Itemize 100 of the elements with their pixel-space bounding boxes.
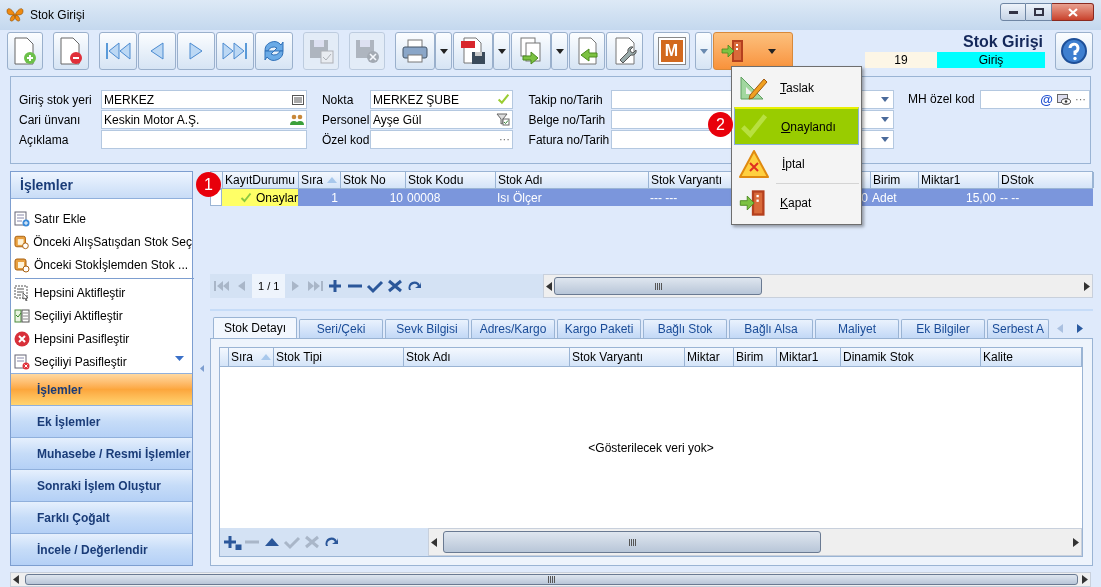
last-button[interactable] (216, 32, 254, 70)
column-header[interactable]: Birim (871, 172, 919, 188)
ellipsis-button[interactable]: ··· (1075, 91, 1086, 108)
print-button[interactable] (395, 32, 435, 70)
action-item[interactable]: Hepsini Pasifleştir (14, 327, 192, 350)
tab[interactable]: Serbest A (987, 319, 1049, 338)
help-button[interactable] (1055, 32, 1093, 70)
ellipsis-button[interactable]: ··· (498, 131, 510, 148)
column-header[interactable]: Stok Tipi (274, 348, 404, 366)
field-label: Giriş stok yeri (19, 91, 93, 109)
scroll-right-icon (1082, 575, 1088, 584)
tab[interactable]: Ek Bilgiler (901, 319, 985, 338)
action-item[interactable]: Seçiliyi Aktifleştir (14, 304, 192, 327)
save-cancel-icon (353, 37, 381, 65)
column-header[interactable]: Stok Varyantı (570, 348, 685, 366)
box-icon (14, 256, 30, 273)
column-header[interactable]: Dinamik Stok (841, 348, 981, 366)
dropdown-button[interactable] (435, 32, 452, 70)
action-item[interactable]: Satır Ekle (14, 207, 192, 230)
tools-button[interactable] (606, 32, 643, 70)
tab-scroll-right-icon[interactable] (1077, 324, 1083, 333)
column-header[interactable]: DStok (999, 172, 1094, 188)
tab[interactable]: Bağlı Alsa (729, 319, 813, 338)
table-cell: 15,00 (965, 189, 996, 206)
dropdown-button[interactable] (551, 32, 568, 70)
next-button[interactable] (177, 32, 215, 70)
tab[interactable]: Bağlı Stok (643, 319, 727, 338)
people-icon (290, 113, 304, 126)
column-header[interactable]: Miktar1 (919, 172, 999, 188)
table-cell: 1 (331, 189, 338, 206)
m-button[interactable]: M (653, 32, 690, 70)
text-field[interactable]: MERKEZ (101, 90, 307, 109)
confirm-icon[interactable] (365, 278, 386, 294)
action-item[interactable]: Önceki Stokİşlemden Stok ... (14, 253, 192, 276)
close-button[interactable] (1052, 3, 1094, 21)
refresh-button[interactable] (255, 32, 293, 70)
minimize-button[interactable] (1000, 3, 1026, 21)
text-field[interactable] (101, 130, 307, 149)
horizontal-scrollbar[interactable] (428, 528, 1082, 556)
horizontal-scrollbar[interactable] (543, 274, 1093, 298)
section-tab[interactable]: İşlemler (11, 373, 192, 405)
new-button[interactable] (7, 32, 43, 70)
column-header[interactable]: Kalite (981, 348, 1082, 366)
action-item[interactable]: Hepsini Aktifleştir (14, 281, 192, 304)
column-header[interactable]: Sıra (299, 172, 341, 188)
column-header[interactable]: Stok Adı (404, 348, 570, 366)
action-item[interactable]: Önceki AlışSatışdan Stok Seç (14, 230, 192, 253)
section-tab[interactable]: Ek İşlemler (11, 405, 192, 437)
text-field[interactable]: Keskin Motor A.Ş. (101, 110, 307, 129)
tab[interactable]: Adres/Kargo (471, 319, 555, 338)
column-header[interactable]: Stok Adı (496, 172, 649, 188)
column-header[interactable]: Miktar1 (777, 348, 841, 366)
column-header[interactable]: Birim (734, 348, 777, 366)
tab[interactable]: Kargo Paketi (557, 319, 641, 338)
caret-icon (555, 48, 564, 54)
delete-button[interactable] (53, 32, 89, 70)
section-tab[interactable]: Farklı Çoğalt (11, 501, 192, 533)
first-button[interactable] (99, 32, 137, 70)
horizontal-scrollbar[interactable] (10, 572, 1091, 587)
collapse-icon[interactable] (199, 365, 204, 372)
field-label: Fatura no/Tarih (528, 131, 611, 149)
prev-button[interactable] (138, 32, 176, 70)
box-icon (14, 233, 30, 250)
column-header[interactable]: KayıtDurumu (223, 172, 299, 188)
column-header[interactable]: Stok Kodu (406, 172, 496, 188)
select-icon (14, 307, 30, 324)
text-field[interactable]: ··· (369, 130, 513, 149)
select-all-icon (14, 284, 30, 301)
column-header[interactable]: Stok No (341, 172, 406, 188)
tab[interactable]: Seri/Çeki (299, 319, 383, 338)
text-field[interactable]: @ ··· (980, 90, 1090, 109)
maximize-button[interactable] (1026, 3, 1052, 21)
column-header[interactable]: Miktar (685, 348, 734, 366)
exit-door-icon (738, 188, 768, 218)
sort-ascending-icon (327, 177, 337, 183)
status-button[interactable] (713, 32, 793, 70)
help-icon (1060, 37, 1088, 65)
dropdown-button[interactable] (493, 32, 510, 70)
new-document-icon (11, 36, 39, 66)
section-tab[interactable]: Sonraki İşlem Oluştur (11, 469, 192, 501)
add-icon[interactable] (222, 534, 242, 550)
table-cell: 10 (389, 189, 403, 206)
tab[interactable]: Stok Detayı (213, 317, 297, 338)
caret-icon (880, 137, 889, 142)
action-item[interactable]: Seçiliyi Pasifleştir (14, 350, 192, 373)
text-field[interactable]: Ayşe Gül (369, 110, 513, 129)
email-button[interactable]: @ (1040, 89, 1053, 110)
sort-ascending-icon (261, 354, 271, 360)
scroll-grip-icon (628, 538, 636, 546)
pdf-button[interactable] (453, 32, 493, 70)
column-header[interactable]: Sıra (229, 348, 274, 366)
tab[interactable]: Sevk Bilgisi (385, 319, 469, 338)
tab[interactable]: Maliyet (815, 319, 899, 338)
scroll-left-icon (13, 575, 19, 584)
menu-item[interactable]: Onaylandı (734, 107, 859, 145)
text-field[interactable]: MERKEZ ŞUBE (369, 90, 513, 109)
menu-item[interactable]: Taslak (734, 69, 859, 107)
section-tab[interactable]: İncele / Değerlendir (11, 533, 192, 565)
exit-door-icon (720, 38, 746, 64)
section-tab[interactable]: Muhasebe / Resmi İşlemler (11, 437, 192, 469)
